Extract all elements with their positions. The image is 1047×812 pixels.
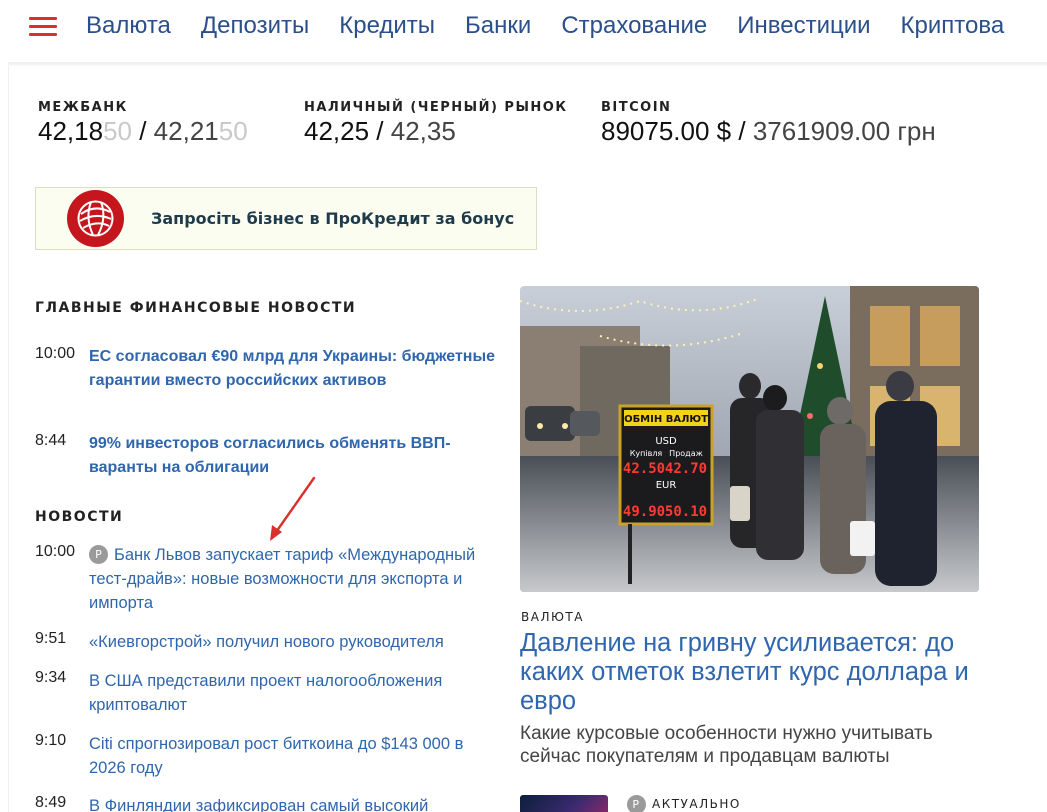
news-time: 9:10 xyxy=(35,732,67,749)
news-link[interactable]: ЕС согласовал €90 млрд для Украины: бюдж… xyxy=(89,345,499,393)
content-border xyxy=(8,66,9,812)
nav-item-crypto[interactable]: Криптова xyxy=(901,12,1005,40)
nav-item-investments[interactable]: Инвестиции xyxy=(737,12,870,40)
news-time: 8:44 xyxy=(35,432,67,449)
ad-banner-procredit[interactable]: Запросіть бізнес в ПроКредит за бонус xyxy=(35,187,537,250)
banner-text: Запросіть бізнес в ПроКредит за бонус xyxy=(151,209,515,228)
nav-item-banks[interactable]: Банки xyxy=(465,12,531,40)
feature-title-link[interactable]: Давление на гривну усиливается: до каких… xyxy=(520,629,990,716)
news-link-text: Банк Львов запускает тариф «Международны… xyxy=(89,546,476,612)
sign-usd-buy: 42.50 xyxy=(623,461,665,477)
second-article-thumbnail[interactable] xyxy=(520,795,608,812)
news-link[interactable]: Citi спрогнозировал рост биткоина до $14… xyxy=(89,732,499,780)
news-time: 10:00 xyxy=(35,543,76,560)
hamburger-menu-icon[interactable] xyxy=(29,17,59,37)
sign-eur-sell: 50.10 xyxy=(665,504,707,520)
second-article-category: P АКТУАЛЬНО xyxy=(627,795,741,812)
sign-usd-sell: 42.70 xyxy=(665,461,707,477)
sign-usd: USD xyxy=(655,436,677,447)
nav-divider xyxy=(8,62,1047,66)
nav-item-deposits[interactable]: Депозиты xyxy=(201,12,309,40)
red-arrow-annotation-icon xyxy=(270,476,316,541)
sign-eur: EUR xyxy=(656,480,677,491)
news-link[interactable]: В Финляндии зафиксирован самый высокий xyxy=(89,794,499,812)
news-time: 8:49 xyxy=(35,794,67,811)
rate-label: НАЛИЧНЫЙ (ЧЕРНЫЙ) РЫНОК xyxy=(304,100,568,115)
nav-links: Валюта Депозиты Кредиты Банки Страховани… xyxy=(86,12,1034,40)
nav-item-currency[interactable]: Валюта xyxy=(86,12,171,40)
rate-label: МЕЖБАНК xyxy=(38,100,128,115)
nav-item-insurance[interactable]: Страхование xyxy=(561,12,707,40)
news-time: 9:34 xyxy=(35,669,67,686)
sign-buy-label: Купівля xyxy=(630,449,663,458)
nav-item-credits[interactable]: Кредиты xyxy=(339,12,435,40)
rate-label: BITCOIN xyxy=(601,100,672,115)
news-link[interactable]: В США представили проект налогообложения… xyxy=(89,669,499,717)
news-time: 9:51 xyxy=(35,630,67,647)
feature-image[interactable]: ОБМІН ВАЛЮТ USD Купівля Продаж 42.50 42.… xyxy=(520,286,979,592)
sign-sell-label: Продаж xyxy=(669,449,703,458)
category-label: АКТУАЛЬНО xyxy=(652,797,741,811)
feature-subtitle: Какие курсовые особенности нужно учитыва… xyxy=(520,723,933,767)
news-link[interactable]: P Банк Львов запускает тариф «Международн… xyxy=(89,543,499,615)
rate-cash-market[interactable]: НАЛИЧНЫЙ (ЧЕРНЫЙ) РЫНОК 42,25 / 42,35 xyxy=(304,100,568,147)
rate-value: 89075.00 $ / 3761909.00 грн xyxy=(601,116,936,146)
rate-value: 42,1850 / 42,2150 xyxy=(38,116,248,146)
top-navigation: Валюта Депозиты Кредиты Банки Страховани… xyxy=(0,0,1047,56)
feature-category[interactable]: ВАЛЮТА xyxy=(521,610,584,624)
procredit-logo-icon xyxy=(67,190,124,247)
rate-value: 42,25 / 42,35 xyxy=(304,116,456,146)
partner-badge-icon: P xyxy=(627,795,646,812)
rate-interbank[interactable]: МЕЖБАНК 42,1850 / 42,2150 xyxy=(38,100,248,147)
news-heading: НОВОСТИ xyxy=(35,509,124,525)
news-link[interactable]: «Киевгорстрой» получил нового руководите… xyxy=(89,630,499,654)
news-time: 10:00 xyxy=(35,345,76,362)
sign-header: ОБМІН ВАЛЮТ xyxy=(624,414,708,425)
sign-eur-buy: 49.90 xyxy=(623,504,665,520)
main-news-heading: ГЛАВНЫЕ ФИНАНСОВЫЕ НОВОСТИ xyxy=(35,300,357,316)
rate-bitcoin[interactable]: BITCOIN 89075.00 $ / 3761909.00 грн xyxy=(601,100,936,147)
partner-badge-icon: P xyxy=(89,545,108,564)
news-link[interactable]: 99% инвесторов согласились обменять ВВП-… xyxy=(89,432,499,480)
